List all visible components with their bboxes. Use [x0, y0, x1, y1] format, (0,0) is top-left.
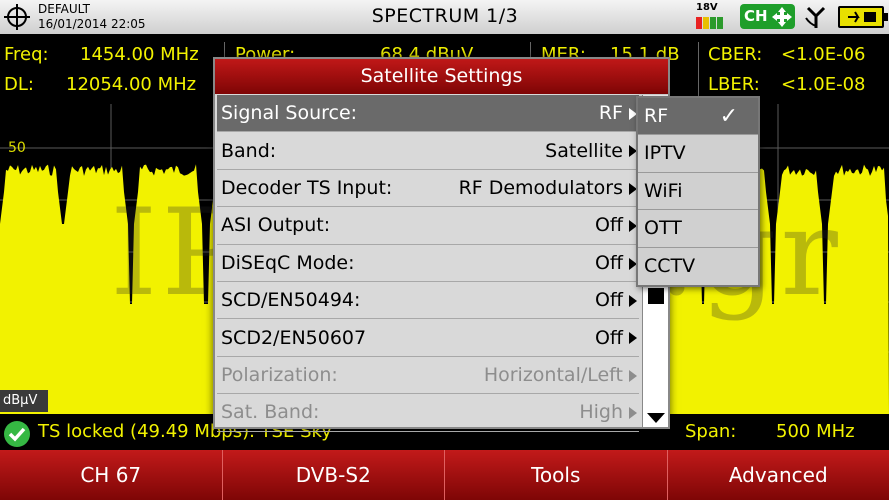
dropdown-option[interactable]: WiFi [638, 173, 758, 211]
scroll-down-arrow-icon[interactable] [647, 413, 665, 423]
setting-label: Polarization: [221, 363, 338, 386]
setting-value: RF [598, 102, 623, 125]
settings-row[interactable]: Decoder TS Input: RF Demodulators [217, 170, 639, 208]
y-tick-label: 50 [8, 140, 26, 156]
setting-value: Horizontal/Left [483, 363, 623, 386]
softkey-tools[interactable]: Tools [445, 450, 668, 500]
unit-label: dBµV [0, 390, 48, 412]
lber-value: <1.0E-08 [781, 74, 866, 95]
settings-row[interactable]: SCD/EN50494: Off [217, 282, 639, 320]
dropdown-option[interactable]: CCTV [638, 248, 758, 285]
freq-label: Freq: [4, 44, 49, 65]
dl-value: 12054.00 MHz [66, 74, 197, 95]
chevron-right-icon [629, 332, 637, 345]
dropdown-option-label: WiFi [644, 179, 683, 202]
softkey-advanced[interactable]: Advanced [668, 450, 889, 500]
top-bar: DEFAULT 16/01/2014 22:05 SPECTRUM 1/3 18… [0, 0, 889, 34]
y-tick-label: 30 [8, 244, 26, 260]
dropdown-option[interactable]: RF ✓ [638, 98, 758, 136]
channel-badge-label: CH [744, 7, 768, 25]
settings-row[interactable]: Signal Source: RF [217, 95, 639, 133]
y-tick-label: 20 [8, 294, 26, 310]
setting-label: Sat. Band: [221, 401, 320, 424]
channel-badge[interactable]: CH [740, 4, 795, 29]
dropdown-option-label: IPTV [644, 142, 686, 165]
span-value: 500 MHz [776, 421, 855, 442]
battery-icon [838, 6, 888, 28]
settings-row: Sat. Band: High [217, 394, 639, 432]
lock-check-icon [4, 421, 30, 447]
dropdown-option-label: RF [644, 105, 669, 127]
setting-label: Decoder TS Input: [221, 176, 393, 199]
profile-name: DEFAULT [38, 2, 90, 16]
settings-row[interactable]: Band: Satellite [217, 132, 639, 170]
chevron-right-icon [629, 407, 637, 420]
span-label: Span: [685, 421, 737, 442]
dl-label: DL: [4, 74, 34, 95]
softkey-channel[interactable]: CH 67 [0, 450, 223, 500]
settings-list: Signal Source: RF Band: Satellite Decoder TS… [217, 95, 639, 432]
freq-value: 1454.00 MHz [80, 44, 199, 65]
dpad-icon [772, 7, 792, 27]
y-tick-label: 40 [8, 192, 26, 208]
date-time: 16/01/2014 22:05 [38, 17, 146, 31]
setting-label: SCD/EN50494: [221, 289, 361, 312]
chevron-right-icon [629, 369, 637, 382]
setting-label: ASI Output: [221, 214, 331, 237]
dialog-title: Satellite Settings [215, 59, 668, 94]
setting-value: Off [594, 214, 623, 237]
satellite-settings-dialog: Satellite Settings Signal Source: RF Band:… [213, 57, 670, 432]
setting-value: Off [594, 251, 623, 274]
settings-row[interactable]: DiSEqC Mode: Off [217, 245, 639, 282]
cber-label: CBER: [708, 44, 763, 65]
setting-label: SCD2/EN50607 [221, 326, 367, 349]
setting-label: Band: [221, 139, 277, 162]
dropdown-option-label: CCTV [644, 254, 696, 277]
cber-value: <1.0E-06 [781, 44, 866, 65]
setting-label: DiSEqC Mode: [221, 251, 355, 274]
satellite-icon [805, 6, 826, 28]
power-supply-label: 18V [696, 2, 718, 13]
settings-row: Polarization: Horizontal/Left [217, 357, 639, 395]
settings-row[interactable]: SCD2/EN50607 Off [217, 319, 639, 357]
dropdown-option-label: OTT [644, 217, 682, 240]
setting-value: Off [594, 289, 623, 312]
softkey-standard[interactable]: DVB-S2 [223, 450, 445, 500]
scrollbar-thumb[interactable] [648, 288, 664, 304]
softkey-bar: CH 67 DVB-S2 Tools Advanced [0, 450, 889, 500]
settings-row[interactable]: ASI Output: Off [217, 207, 639, 245]
signal-source-dropdown: RF ✓ IPTV WiFi OTT CCTV [636, 96, 760, 287]
target-icon [4, 4, 30, 30]
setting-value: RF Demodulators [458, 176, 623, 199]
setting-value: Satellite [545, 139, 623, 162]
setting-value: High [579, 401, 623, 424]
lber-label: LBER: [708, 74, 760, 95]
dropdown-option[interactable]: OTT [638, 210, 758, 248]
page-title: SPECTRUM 1/3 [371, 5, 519, 27]
check-icon: ✓ [719, 104, 738, 129]
power-supply-icon [696, 14, 732, 29]
dropdown-option[interactable]: IPTV [638, 135, 758, 173]
setting-label: Signal Source: [221, 102, 358, 125]
setting-value: Off [594, 326, 623, 349]
chevron-right-icon [629, 294, 637, 307]
y-tick-label: 10 [8, 344, 26, 360]
